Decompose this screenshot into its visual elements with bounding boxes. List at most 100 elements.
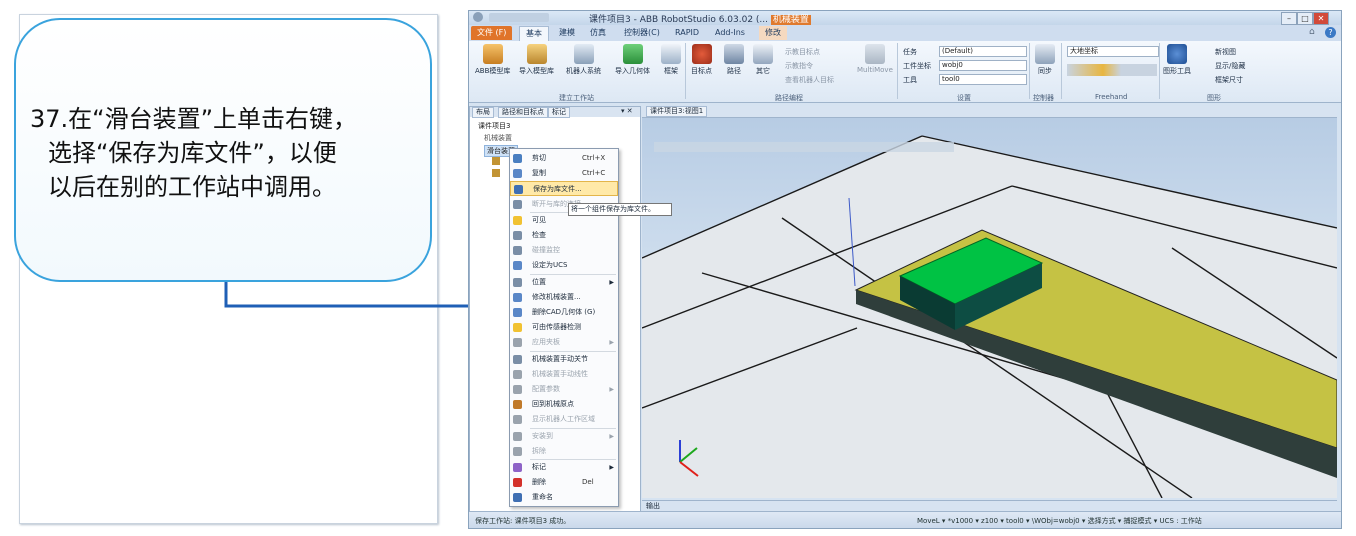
other-button[interactable]: 其它 bbox=[753, 44, 773, 76]
submenu-arrow-icon: ▶ bbox=[609, 278, 614, 286]
tree-node-icon bbox=[492, 157, 500, 165]
workobject-select[interactable]: wobj0 bbox=[939, 60, 1027, 71]
sync-label: 同步 bbox=[1038, 67, 1052, 75]
frame-size-item[interactable]: 框架尺寸 bbox=[1215, 75, 1243, 85]
tab-view1[interactable]: 课件项目3:视图1 bbox=[646, 106, 708, 117]
context-menu-shortcut: Ctrl+X bbox=[582, 154, 606, 162]
context-menu-label: 安装到 bbox=[532, 431, 553, 440]
tab-controller[interactable]: 控制器(C) bbox=[618, 26, 666, 40]
tool-select[interactable]: tool0 bbox=[939, 74, 1027, 85]
robot-system-button[interactable]: 机器人系统 bbox=[566, 44, 601, 76]
status-message: 保存工作站: 课件项目3 成功。 bbox=[475, 517, 571, 525]
tab-file[interactable]: 文件 (F) bbox=[471, 26, 513, 40]
context-menu-label: 回到机械原点 bbox=[532, 400, 574, 409]
group-path-programming: 路径编程 bbox=[775, 94, 803, 102]
graphics-tools-button[interactable]: 图形工具 bbox=[1163, 44, 1191, 76]
context-menu-item: 机械装置手动线性 bbox=[510, 367, 618, 382]
teach-target-item[interactable]: 示教目标点 bbox=[785, 47, 820, 57]
context-menu-label: 机械装置手动线性 bbox=[532, 369, 588, 378]
context-menu-item[interactable]: 保存为库文件... bbox=[510, 181, 618, 197]
menu-item-icon bbox=[513, 385, 522, 394]
window-title-text: 课件项目3 - ABB RobotStudio 6.03.02 (... bbox=[589, 15, 768, 25]
status-bar: 保存工作站: 课件项目3 成功。 MoveL ▾ *v1000 ▾ z100 ▾… bbox=[469, 511, 1341, 528]
path-button[interactable]: 路径 bbox=[724, 44, 744, 76]
context-menu-item[interactable]: 设定为UCS bbox=[510, 258, 618, 273]
context-menu-label: 拆除 bbox=[532, 446, 546, 455]
context-menu-item[interactable]: 剪切 Ctrl+X bbox=[510, 151, 618, 166]
menu-item-icon bbox=[513, 354, 522, 364]
context-menu-item[interactable]: 机械装置手动关节 bbox=[510, 352, 618, 367]
tree-mechanisms[interactable]: 机械装置 bbox=[484, 133, 512, 143]
viewport-toolbar bbox=[654, 142, 954, 152]
menu-item-icon bbox=[513, 431, 522, 441]
menu-item-icon bbox=[513, 369, 522, 379]
show-hide-item[interactable]: 显示/隐藏 bbox=[1215, 61, 1245, 71]
context-menu-item[interactable]: 重命名 bbox=[510, 490, 618, 505]
menu-item-icon bbox=[513, 338, 522, 348]
other-label: 其它 bbox=[756, 67, 770, 75]
tab-paths-targets[interactable]: 路径和目标点 bbox=[498, 107, 548, 118]
context-menu-item[interactable]: 位置 ▶ bbox=[510, 275, 618, 290]
context-menu-shortcut: Del bbox=[582, 478, 594, 487]
reference-frame-select[interactable]: 大地坐标 bbox=[1067, 46, 1159, 57]
maximize-button[interactable]: □ bbox=[1297, 12, 1313, 25]
context-menu-label: 应用夹板 bbox=[532, 338, 560, 347]
freehand-tools[interactable] bbox=[1067, 64, 1157, 76]
tab-tags[interactable]: 标记 bbox=[548, 107, 570, 118]
context-menu-item[interactable]: 回到机械原点 bbox=[510, 397, 618, 412]
task-select[interactable]: (Default) bbox=[939, 46, 1027, 57]
context-menu-item[interactable]: 检查 bbox=[510, 228, 618, 243]
abb-library-label: ABB模型库 bbox=[475, 67, 511, 75]
import-library-button[interactable]: 导入模型库 bbox=[519, 44, 554, 76]
tab-rapid[interactable]: RAPID bbox=[669, 26, 705, 40]
tab-addins[interactable]: Add-Ins bbox=[709, 26, 751, 40]
robot-system-label: 机器人系统 bbox=[566, 67, 601, 75]
frame-button[interactable]: 框架 bbox=[661, 44, 681, 76]
view-robot-target-item[interactable]: 查看机器人目标 bbox=[785, 75, 834, 85]
context-menu-item[interactable]: 删除 Del bbox=[510, 475, 618, 490]
context-menu-item[interactable]: 复制 Ctrl+C bbox=[510, 166, 618, 181]
new-view-item[interactable]: 新视图 bbox=[1215, 47, 1236, 57]
tab-modify[interactable]: 修改 bbox=[759, 26, 787, 40]
teach-instruction-item[interactable]: 示教指令 bbox=[785, 61, 813, 71]
import-geometry-button[interactable]: 导入几何体 bbox=[615, 44, 650, 76]
help-icon[interactable]: ? bbox=[1325, 27, 1336, 38]
context-menu-label: 剪切 bbox=[532, 154, 546, 162]
ribbon-collapse-icon[interactable]: ⌂ bbox=[1309, 27, 1315, 37]
abb-library-button[interactable]: ABB模型库 bbox=[475, 44, 510, 76]
tab-simulation[interactable]: 仿真 bbox=[584, 26, 612, 40]
minimize-button[interactable]: – bbox=[1281, 12, 1297, 25]
import-library-label: 导入模型库 bbox=[519, 67, 554, 75]
close-button[interactable]: ✕ bbox=[1313, 12, 1329, 25]
3d-viewport[interactable] bbox=[642, 118, 1337, 498]
target-button[interactable]: 目标点 bbox=[691, 44, 712, 76]
multimove-button[interactable]: MultiMove bbox=[857, 44, 893, 74]
context-menu-item[interactable]: 删除CAD几何体 (G) bbox=[510, 305, 618, 320]
ribbon: ABB模型库 导入模型库 机器人系统 导入几何体 框架 目标点 路径 其它 示教… bbox=[469, 41, 1341, 103]
path-label: 路径 bbox=[727, 67, 741, 75]
context-menu-item[interactable]: 修改机械装置... bbox=[510, 290, 618, 305]
context-menu-label: 重命名 bbox=[532, 493, 553, 502]
tab-modeling[interactable]: 建模 bbox=[553, 26, 581, 40]
import-geometry-label: 导入几何体 bbox=[615, 67, 650, 75]
context-menu-label: 可由传感器检测 bbox=[532, 323, 581, 332]
tree-root[interactable]: 课件项目3 bbox=[478, 121, 510, 131]
tab-output[interactable]: 输出 bbox=[646, 501, 660, 511]
tree-node-icon bbox=[492, 169, 500, 177]
context-menu-item[interactable]: 标记 ▶ bbox=[510, 460, 618, 475]
panel-pin-icon[interactable]: ▾ ✕ bbox=[618, 107, 636, 116]
tab-layout[interactable]: 布局 bbox=[472, 107, 494, 118]
context-menu-label: 修改机械装置... bbox=[532, 292, 581, 301]
context-menu-label: 保存为库文件... bbox=[533, 185, 582, 194]
tab-home[interactable]: 基本 bbox=[519, 26, 549, 41]
output-bar: 输出 bbox=[642, 500, 1337, 511]
sync-button[interactable]: 同步 bbox=[1035, 44, 1055, 76]
quick-access-toolbar[interactable] bbox=[489, 13, 549, 22]
context-menu-item[interactable]: 可由传感器检测 bbox=[510, 320, 618, 335]
multimove-label: MultiMove bbox=[857, 66, 893, 74]
menu-item-icon bbox=[513, 308, 522, 317]
graphics-tools-label: 图形工具 bbox=[1163, 67, 1191, 75]
context-menu-label: 设定为UCS bbox=[532, 261, 568, 270]
status-controls[interactable]: MoveL ▾ *v1000 ▾ z100 ▾ tool0 ▾ \WObj=wo… bbox=[917, 516, 1202, 526]
context-menu-item: 配置参数 ▶ bbox=[510, 382, 618, 397]
